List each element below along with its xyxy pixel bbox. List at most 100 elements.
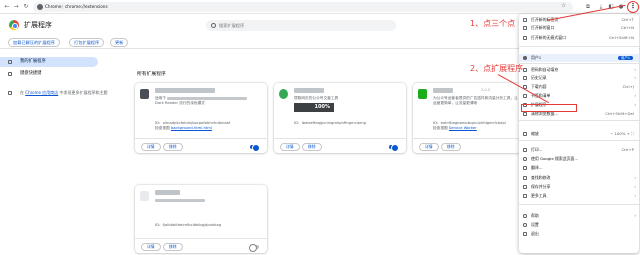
remove-button[interactable]: 移除 [302,143,322,151]
id-label: ID： [433,121,441,125]
bookmark-star-icon[interactable]: ☆ [561,3,566,9]
menu-label: 退出 [531,231,539,236]
new-tab-icon [523,18,527,22]
section-title: 所有扩展程序 [137,72,166,77]
tools-icon [523,194,527,198]
zoom-controls[interactable]: − 100% + ⛶ [610,130,634,138]
extensions-highlight-box [521,104,577,112]
menu-separator [519,204,639,205]
profile-chip: 用户1 [618,55,633,60]
details-button[interactable]: 详情 [280,143,300,151]
menu-item-settings[interactable]: 设置 [519,221,639,229]
id-label: ID： [294,121,302,125]
print-icon [523,148,527,152]
new-window-icon [523,26,527,30]
inspect-view-link[interactable]: background.html.html [171,126,212,130]
incognito-icon [523,36,527,40]
remove-button[interactable]: 移除 [163,243,183,251]
enable-toggle[interactable] [250,144,260,152]
back-icon[interactable]: ← [3,3,11,11]
extension-name [433,88,453,93]
menu-item-translate[interactable]: 翻译... [519,164,639,172]
extension-id: oimadpkcfehdnjbocpofebhnhdbniaaf [162,121,231,125]
menu-item-passwords[interactable]: 密码和自动填充 › [519,66,639,74]
inspect-views-label: 检查视图 [433,126,449,130]
enable-toggle[interactable] [249,244,259,252]
address-bar[interactable]: Chrome | chrome://extensions [33,2,573,12]
chrome-web-store-link[interactable]: Chrome 应用商店 [25,90,58,95]
key-icon [523,68,527,72]
sidebar-item-label: 我的扩展程序 [20,59,46,64]
chevron-right-icon: › [634,75,636,80]
extension-card-dark-reader: 适用于 Dark Reader 流行的深色模式 ID：oimadpkcfehdn… [135,83,267,153]
extension-icon [140,89,149,99]
translate-icon [523,166,527,170]
menu-label: 设置 [531,222,539,227]
update-button[interactable]: 更新 [110,38,129,47]
sidebar-item-my-extensions[interactable]: 我的扩展程序 [0,57,98,67]
extension-id-block: ID：eahrfbogbamobcplciphfdgecifcbdpl 检查视图… [433,121,519,131]
extension-name [294,88,324,93]
annotation-step-2: 2、点扩展程序 [470,64,524,73]
menu-item-profile[interactable]: 用户1 用户1 [519,54,639,62]
details-button[interactable]: 详情 [141,143,161,151]
star-icon [523,94,527,98]
sidebar-item-keyboard-shortcuts[interactable]: 键盘快捷键 [0,69,98,79]
menu-item-new-window[interactable]: 打开新的窗口 Ctrl+N [519,24,639,32]
menu-label: 打开新的无痕式窗口 [531,35,567,40]
pack-extension-button[interactable]: 打包扩展程序 [69,38,105,47]
card-footer: 详情 移除 [413,138,521,153]
details-button[interactable]: 详情 [141,243,161,251]
remove-button[interactable]: 移除 [441,143,461,151]
menu-item-new-tab[interactable]: 打开新的标签页 Ctrl+T [519,16,639,24]
menu-item-help[interactable]: 帮助 › [519,212,639,220]
person-icon [523,56,527,60]
menu-item-print[interactable]: 打印... Ctrl+P [519,146,639,154]
exit-icon [523,232,527,236]
chevron-right-icon: › [634,213,636,218]
zoom-icon [523,132,527,136]
forward-icon[interactable]: → [12,3,20,11]
three-dot-menu-button[interactable]: ⋮ [627,1,639,13]
chevron-right-icon: › [634,93,636,98]
chevron-right-icon: › [634,193,636,198]
menu-label: 密码和自动填充 [531,67,559,72]
menu-item-save-share[interactable]: 保存并分享 › [519,183,639,191]
menu-item-downloads[interactable]: 下载内容 Ctrl+J [519,83,639,91]
menu-item-more-tools[interactable]: 更多工具 › [519,192,639,200]
enable-toggle[interactable] [389,144,399,152]
menu-label: 下载内容 [531,84,547,89]
extension-card-gzh-assistant: 2.0.0 为公众号运营者提供的广告插件和流量分析工具，让运营更简单，让流量更清… [413,83,521,153]
menu-item-incognito[interactable]: 打开新的无痕式窗口 Ctrl+Shift+N [519,34,639,42]
details-button[interactable]: 详情 [419,143,439,151]
desc-line: 提取网页的公众号文章工具 [294,96,339,100]
store-icon [8,91,12,95]
extension-description: 提取网页的公众号文章工具 [294,96,402,101]
remove-button[interactable]: 移除 [163,143,183,151]
reload-icon[interactable]: ↻ [22,3,30,11]
chrome-icon [37,4,43,10]
extension-id: fjolbbbitbeimfbcibbibgjdpnbkag [162,223,222,227]
load-unpacked-button[interactable]: 加载已解压的扩展程序 [8,38,60,47]
menu-item-google-search[interactable]: 使用 Google 搜索此页面... [519,155,639,163]
inspect-view-link[interactable]: Service Worker [449,126,477,130]
trash-icon [523,112,527,116]
extension-id-block: ID：ibelaeffaqjpcnnigmkphffngmclpmg [294,121,404,126]
shortcut: Ctrl+J [622,84,634,89]
extension-icon [140,191,149,201]
search-box[interactable] [206,20,396,31]
extension-icon [279,89,288,99]
menu-item-find[interactable]: 查找和修改 › [519,174,639,182]
chevron-right-icon: › [634,184,636,189]
menu-label: 使用 Google 搜索此页面... [531,156,579,161]
search-input[interactable] [219,23,389,28]
menu-item-history[interactable]: 历史记录 › [519,74,639,82]
menu-label: 更多工具 [531,193,547,198]
shortcut: Ctrl+Shift+N [608,35,634,40]
shortcut: Ctrl+P [621,147,634,152]
find-icon [523,176,527,180]
menu-item-exit[interactable]: 退出 [519,230,639,238]
url-text[interactable]: chrome://extensions [65,4,108,10]
menu-item-zoom: 缩放 − 100% + ⛶ [519,130,639,138]
extensions-puzzle-icon[interactable]: ⧉ [584,3,592,11]
